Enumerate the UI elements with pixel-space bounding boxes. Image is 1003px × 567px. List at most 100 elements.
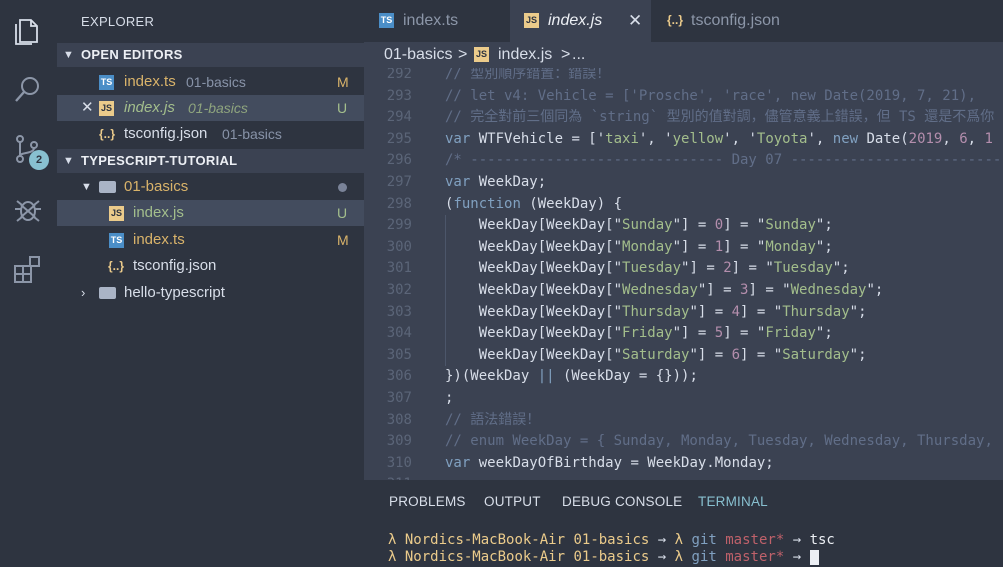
code-text: WeekDay[WeekDay["Sunday"] = 0] = "Sunday… <box>445 215 833 237</box>
code-token: , <box>967 130 985 147</box>
tab-label: index.js <box>548 12 603 29</box>
folder-item[interactable]: › hello-typescript <box>57 280 364 306</box>
code-token: (WeekDay) { <box>520 195 623 212</box>
terminal-line[interactable]: λ Nordics-MacBook-Air 01-basics → λ git … <box>388 532 835 549</box>
code-line[interactable]: 307; <box>364 388 1003 410</box>
code-token: "; <box>849 346 867 363</box>
tab-terminal[interactable]: TERMINAL <box>698 494 768 509</box>
status-badge: M <box>337 74 349 90</box>
code-text: // 完全對前三個同為 `string` 型別的值對調，儘管意義上錯誤，但 TS… <box>445 107 994 129</box>
code-line[interactable]: 299 WeekDay[WeekDay["Sunday"] = 0] = "Su… <box>364 215 1003 237</box>
code-token: Thursday <box>622 303 690 320</box>
prompt-git: git <box>691 549 717 565</box>
code-text: (function (WeekDay) { <box>445 194 622 216</box>
close-icon[interactable]: ✕ <box>628 0 642 42</box>
tab-index-ts[interactable]: TS index.ts <box>364 0 510 42</box>
code-line[interactable]: 304 WeekDay[WeekDay["Friday"] = 5] = "Fr… <box>364 323 1003 345</box>
folder-icon <box>99 287 116 299</box>
code-line[interactable]: 297 var WeekDay; <box>364 172 1003 194</box>
code-line[interactable]: 296 /* ------------------------------ Day… <box>364 150 1003 172</box>
code-line[interactable]: 310 var weekDayOfBirthday = WeekDay.Monda… <box>364 453 1003 475</box>
code-line[interactable]: 308 // 語法錯誤！ <box>364 410 1003 432</box>
code-text: WeekDay[WeekDay["Friday"] = 5] = "Friday… <box>445 323 833 345</box>
tab-tsconfig[interactable]: {..} tsconfig.json <box>651 0 801 42</box>
code-editor[interactable]: 292 // 型別順序錯置：錯誤！ 293 // let v4: Vehicle = … <box>364 68 1003 480</box>
code-token: /* ------------------------------ Day 07… <box>445 152 1003 169</box>
javascript-file-icon: JS <box>99 101 114 116</box>
code-token: (WeekDay = {})); <box>554 368 698 385</box>
code-token: ; <box>445 390 454 406</box>
code-token: 2 <box>723 260 732 277</box>
code-token: ', ' <box>723 130 757 147</box>
open-editors-header[interactable]: ▼ OPEN EDITORS <box>57 43 364 67</box>
code-line[interactable]: 300 WeekDay[WeekDay["Monday"] = 1] = "Mo… <box>364 237 1003 259</box>
code-line[interactable]: 293 // let v4: Vehicle = ['Prosche', 'rac… <box>364 86 1003 108</box>
folder-item[interactable]: ▼ 01-basics <box>57 174 364 200</box>
chevron-down-icon: ▼ <box>63 49 75 61</box>
open-editor-item[interactable]: ✕ JS index.js 01-basics U <box>57 95 364 121</box>
modified-dot <box>338 183 347 192</box>
terminal-line[interactable]: λ Nordics-MacBook-Air 01-basics → λ git … <box>388 549 819 566</box>
code-token: yellow <box>672 130 724 147</box>
code-line[interactable]: 301 WeekDay[WeekDay["Tuesday"] = 2] = "T… <box>364 258 1003 280</box>
chevron-right-icon: › <box>81 285 86 300</box>
tab-index-js[interactable]: JS index.js ✕ <box>510 0 651 42</box>
indent-guide <box>445 215 446 367</box>
code-line[interactable]: 305 WeekDay[WeekDay["Saturday"] = 6] = "… <box>364 345 1003 367</box>
prompt-arrow: → <box>792 549 802 565</box>
tab-debug-console[interactable]: DEBUG CONSOLE <box>562 494 682 509</box>
code-token: ] = " <box>748 282 791 298</box>
chevron-down-icon: ▼ <box>63 155 75 167</box>
tab-problems[interactable]: PROBLEMS <box>389 494 466 509</box>
open-editors-label: OPEN EDITORS <box>81 47 183 62</box>
code-text: /* ------------------------------ Day 07… <box>445 150 1003 172</box>
open-editor-item[interactable]: {..} tsconfig.json 01-basics <box>57 121 364 147</box>
code-token: WeekDay[WeekDay[" <box>445 303 623 320</box>
search-icon[interactable] <box>12 73 44 105</box>
files-icon[interactable] <box>12 14 44 46</box>
code-line[interactable]: 306})(WeekDay || (WeekDay = {})); <box>364 366 1003 388</box>
code-line[interactable]: 298 (function (WeekDay) { <box>364 194 1003 216</box>
code-line[interactable]: 303 WeekDay[WeekDay["Thursday"] = 4] = "… <box>364 302 1003 324</box>
file-item[interactable]: {..} tsconfig.json <box>57 253 364 279</box>
code-line[interactable]: 302 WeekDay[WeekDay["Wednesday"] = 3] = … <box>364 280 1003 302</box>
code-token: "] = <box>689 303 732 320</box>
code-token: 5 <box>714 325 724 342</box>
open-editor-item[interactable]: TS index.ts 01-basics M <box>57 69 364 95</box>
file-item[interactable]: TS index.ts M <box>57 227 364 253</box>
tab-output[interactable]: OUTPUT <box>484 494 541 509</box>
code-line[interactable]: 294 // 完全對前三個同為 `string` 型別的值對調，儘管意義上錯誤，但… <box>364 107 1003 129</box>
code-token: 0 <box>714 217 724 234</box>
debug-icon[interactable] <box>12 193 44 225</box>
prompt-dir: 01-basics <box>573 532 650 548</box>
scm-badge: 2 <box>29 150 49 170</box>
file-item[interactable]: JS index.js U <box>57 200 364 226</box>
code-token: var <box>445 454 471 471</box>
status-badge: M <box>337 232 349 248</box>
code-token: 4 <box>731 303 741 320</box>
line-number: 295 <box>386 130 412 147</box>
extensions-icon[interactable] <box>12 254 44 286</box>
open-editor-dir: 01-basics <box>222 126 282 142</box>
line-number: 307 <box>386 390 412 406</box>
breadcrumb-file[interactable]: index.js <box>498 42 552 68</box>
project-header[interactable]: ▼ TYPESCRIPT-TUTORIAL <box>57 149 364 173</box>
prompt-host: Nordics-MacBook-Air <box>404 532 566 548</box>
breadcrumb-symbol[interactable]: ... <box>572 42 585 68</box>
javascript-file-icon: JS <box>524 13 539 28</box>
code-token: 2019 <box>908 130 943 147</box>
code-token: , <box>942 130 960 147</box>
prompt-arrow: → <box>792 532 802 548</box>
code-text: // 語法錯誤！ <box>445 410 540 432</box>
code-token: "; <box>832 260 850 277</box>
line-number: 308 <box>386 411 412 428</box>
line-number: 305 <box>386 346 412 363</box>
code-line[interactable]: 295 var WTFVehicle = ['taxi', 'yellow', '… <box>364 129 1003 151</box>
breadcrumb-folder[interactable]: 01-basics <box>384 42 452 68</box>
code-line[interactable]: 309 // enum WeekDay = { Sunday, Monday, T… <box>364 431 1003 453</box>
code-line[interactable]: 292 // 型別順序錯置：錯誤！ <box>364 68 1003 86</box>
typescript-file-icon: TS <box>99 75 114 90</box>
code-token: // 型別順序錯置：錯誤！ <box>445 68 611 82</box>
file-name: tsconfig.json <box>133 257 217 274</box>
close-icon[interactable]: ✕ <box>81 95 94 121</box>
